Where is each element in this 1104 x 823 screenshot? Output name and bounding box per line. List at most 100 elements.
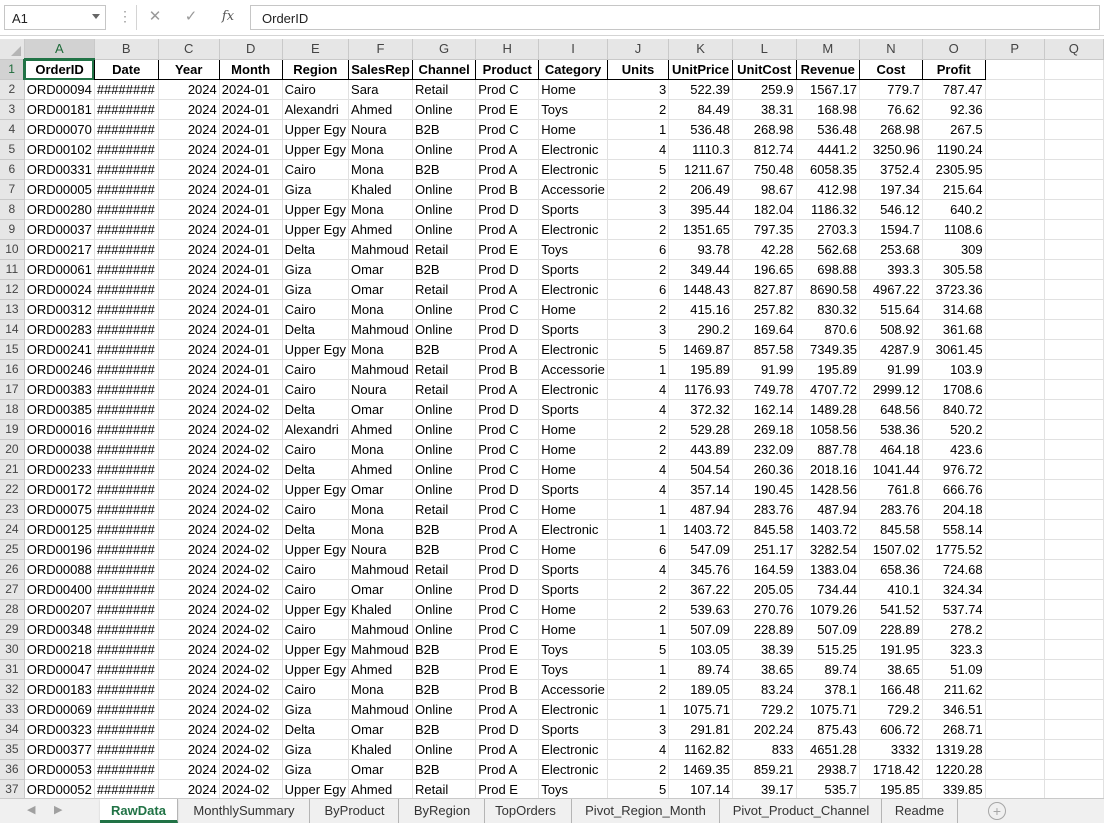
cell[interactable]: 8690.58 xyxy=(796,279,861,300)
cell[interactable]: Retail xyxy=(412,559,477,580)
row-header[interactable]: 35 xyxy=(0,739,25,760)
cell[interactable]: Upper Egy xyxy=(282,779,350,798)
empty-cell[interactable] xyxy=(985,319,1045,340)
cell[interactable]: 1403.72 xyxy=(796,519,861,540)
cell[interactable]: 2024-02 xyxy=(219,399,283,420)
cell[interactable]: 345.76 xyxy=(668,559,733,580)
cell[interactable]: Prod D xyxy=(475,579,540,600)
cell[interactable]: 103.05 xyxy=(668,639,733,660)
cell[interactable]: Prod B xyxy=(475,679,540,700)
cell[interactable]: 415.16 xyxy=(668,299,733,320)
cell[interactable]: Ahmed xyxy=(348,219,413,240)
empty-cell[interactable] xyxy=(1044,679,1104,700)
cell[interactable]: Mahmoud xyxy=(348,319,413,340)
row-header[interactable]: 28 xyxy=(0,599,25,620)
cell[interactable]: 5 xyxy=(607,779,670,798)
cell[interactable]: Toys xyxy=(538,99,608,120)
cell[interactable]: 197.34 xyxy=(859,179,923,200)
cell[interactable]: 857.58 xyxy=(732,339,797,360)
cell[interactable]: ######## xyxy=(94,279,159,300)
cell[interactable]: 2024 xyxy=(158,119,220,140)
empty-cell[interactable] xyxy=(1044,59,1104,80)
cell[interactable]: 2024 xyxy=(158,239,220,260)
cell[interactable]: Cairo xyxy=(282,499,350,520)
row-header[interactable]: 24 xyxy=(0,519,25,540)
cell[interactable]: Prod A xyxy=(475,159,540,180)
empty-cell[interactable] xyxy=(1044,659,1104,680)
header-cell[interactable]: Cost xyxy=(859,58,923,80)
row-header[interactable]: 14 xyxy=(0,319,25,340)
cell[interactable]: 91.99 xyxy=(732,359,797,380)
cell[interactable]: 2024 xyxy=(158,79,220,100)
cell[interactable]: Omar xyxy=(348,719,413,740)
cell[interactable]: ######## xyxy=(94,519,159,540)
cell[interactable]: 283.76 xyxy=(859,499,923,520)
cell[interactable]: 2024 xyxy=(158,279,220,300)
cell[interactable]: ORD00233 xyxy=(24,459,95,480)
cell[interactable]: ORD00218 xyxy=(24,639,95,660)
row-header[interactable]: 37 xyxy=(0,779,25,798)
cell[interactable]: ######## xyxy=(94,299,159,320)
cell[interactable]: Cairo xyxy=(282,299,350,320)
cell[interactable]: ######## xyxy=(94,379,159,400)
more-options-icon[interactable]: ⋮ xyxy=(118,9,132,23)
cell[interactable]: 1041.44 xyxy=(859,459,923,480)
cell[interactable]: 547.09 xyxy=(668,539,733,560)
cell[interactable]: 3752.4 xyxy=(859,159,923,180)
cell[interactable]: 346.51 xyxy=(922,699,986,720)
cell[interactable]: ######## xyxy=(94,459,159,480)
cell[interactable]: Online xyxy=(412,219,477,240)
cell[interactable]: Prod A xyxy=(475,139,540,160)
cell[interactable]: 1403.72 xyxy=(668,519,733,540)
cell[interactable]: 38.31 xyxy=(732,99,797,120)
cell[interactable]: Home xyxy=(538,299,608,320)
cell[interactable]: Online xyxy=(412,579,477,600)
cell[interactable]: 349.44 xyxy=(668,259,733,280)
cell[interactable]: Electronic xyxy=(538,279,608,300)
cell[interactable]: ORD00246 xyxy=(24,359,95,380)
cell[interactable]: Prod E xyxy=(475,239,540,260)
cell[interactable]: ORD00400 xyxy=(24,579,95,600)
column-header-a[interactable]: A xyxy=(24,39,95,60)
row-header[interactable]: 22 xyxy=(0,479,25,500)
empty-cell[interactable] xyxy=(985,139,1045,160)
empty-cell[interactable] xyxy=(1044,159,1104,180)
cell[interactable]: 1 xyxy=(607,659,670,680)
cell[interactable]: 323.3 xyxy=(922,639,986,660)
column-header-c[interactable]: C xyxy=(158,39,220,60)
cell[interactable]: Electronic xyxy=(538,519,608,540)
empty-cell[interactable] xyxy=(985,779,1045,798)
cell[interactable]: 2938.7 xyxy=(796,759,861,780)
cell[interactable]: 2024-02 xyxy=(219,659,283,680)
cell[interactable]: ORD00102 xyxy=(24,139,95,160)
cell[interactable]: 2024-01 xyxy=(219,199,283,220)
cell[interactable]: ORD00047 xyxy=(24,659,95,680)
cell[interactable]: ORD00016 xyxy=(24,419,95,440)
empty-cell[interactable] xyxy=(985,59,1045,80)
cell[interactable]: B2B xyxy=(412,339,477,360)
cell[interactable]: ######## xyxy=(94,219,159,240)
cell[interactable]: ORD00323 xyxy=(24,719,95,740)
cell[interactable]: Mona xyxy=(348,199,413,220)
cell[interactable]: Prod A xyxy=(475,739,540,760)
cell[interactable]: 6058.35 xyxy=(796,159,861,180)
cell[interactable]: 357.14 xyxy=(668,479,733,500)
cell[interactable]: ORD00183 xyxy=(24,679,95,700)
empty-cell[interactable] xyxy=(985,239,1045,260)
column-header-i[interactable]: I xyxy=(538,39,608,60)
empty-cell[interactable] xyxy=(985,339,1045,360)
sheet-tab-pivot-product-channel[interactable]: Pivot_Product_Channel xyxy=(721,799,882,823)
cell[interactable]: 734.44 xyxy=(796,579,861,600)
empty-cell[interactable] xyxy=(985,619,1045,640)
cell[interactable]: Ahmed xyxy=(348,99,413,120)
header-cell[interactable]: Region xyxy=(281,58,350,80)
column-header-l[interactable]: L xyxy=(732,39,797,60)
cell[interactable]: 92.36 xyxy=(922,99,986,120)
cell[interactable]: Delta xyxy=(282,459,350,480)
cell[interactable]: 324.34 xyxy=(922,579,986,600)
cell[interactable]: 260.36 xyxy=(732,459,797,480)
cell[interactable]: Online xyxy=(412,459,477,480)
empty-cell[interactable] xyxy=(985,439,1045,460)
cell[interactable]: Prod E xyxy=(475,639,540,660)
formula-input[interactable]: OrderID xyxy=(250,5,1100,30)
